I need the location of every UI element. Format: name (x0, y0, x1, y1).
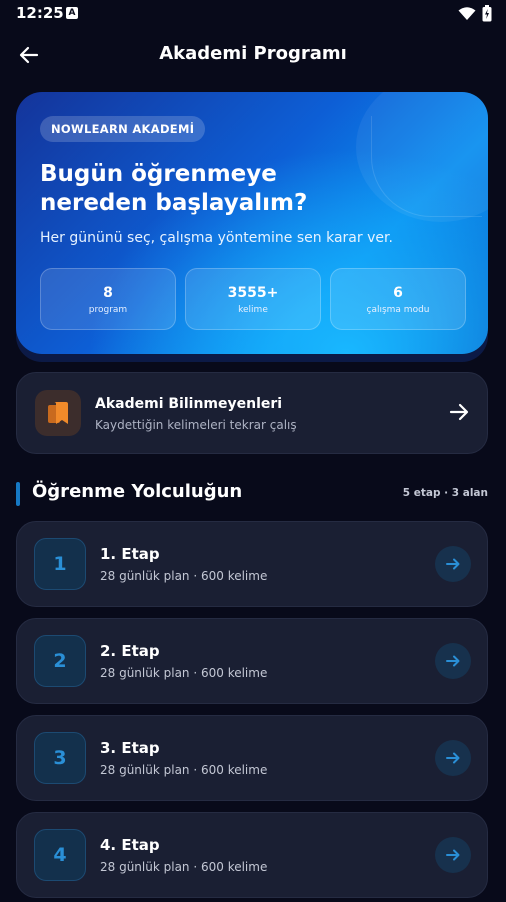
hero-heading: Bugün öğrenmeye nereden başlayalım? (40, 160, 440, 218)
stage-subtitle: 28 günlük plan · 600 kelime (100, 666, 268, 680)
section-meta: 5 etap · 3 alan (402, 487, 488, 499)
arrow-right-icon (446, 558, 460, 570)
stat-label: program (88, 305, 128, 315)
stage-title: 1. Etap (100, 545, 160, 563)
stage-card-2[interactable]: 2 2. Etap 28 günlük plan · 600 kelime (16, 618, 488, 704)
arrow-right-icon (449, 403, 469, 421)
academy-unknowns-card[interactable]: Akademi Bilinmeyenleri Kaydettiğin kelim… (16, 372, 488, 454)
arrow-right-icon (446, 655, 460, 667)
stat-modes: 6 çalışma modu (330, 268, 466, 330)
unknowns-title: Akademi Bilinmeyenleri (95, 396, 283, 412)
stat-programs: 8 program (40, 268, 176, 330)
stage-subtitle: 28 günlük plan · 600 kelime (100, 860, 268, 874)
stage-subtitle: 28 günlük plan · 600 kelime (100, 569, 268, 583)
page-title: Akademi Programı (159, 43, 347, 64)
stage-subtitle: 28 günlük plan · 600 kelime (100, 763, 268, 777)
battery-icon (482, 5, 492, 22)
bookmark-books-icon (35, 390, 81, 436)
stage-number: 4 (34, 829, 86, 881)
stat-value: 3555+ (227, 285, 279, 301)
stat-value: 6 (393, 285, 403, 301)
stage-card-1[interactable]: 1 1. Etap 28 günlük plan · 600 kelime (16, 521, 488, 607)
stat-value: 8 (103, 285, 113, 301)
stat-label: kelime (238, 305, 268, 315)
wifi-icon (458, 6, 476, 20)
stage-open-button[interactable] (435, 837, 471, 873)
hero-badge: NOWLEARN AKADEMİ (40, 116, 206, 142)
stage-open-button[interactable] (435, 643, 471, 679)
stage-card-4[interactable]: 4 4. Etap 28 günlük plan · 600 kelime (16, 812, 488, 898)
stage-open-button[interactable] (435, 546, 471, 582)
stage-title: 3. Etap (100, 739, 160, 757)
notification-icon: A (66, 7, 78, 19)
status-icons (458, 5, 492, 22)
unknowns-subtitle: Kaydettiğin kelimeleri tekrar çalış (95, 418, 297, 432)
stage-title: 4. Etap (100, 836, 160, 854)
section-accent-bar (16, 482, 20, 506)
stage-open-button[interactable] (435, 740, 471, 776)
hero-card: NOWLEARN AKADEMİ Bugün öğrenmeye nereden… (16, 92, 488, 354)
arrow-right-icon (446, 752, 460, 764)
stage-title: 2. Etap (100, 642, 160, 660)
stage-card-3[interactable]: 3 3. Etap 28 günlük plan · 600 kelime (16, 715, 488, 801)
hero-heading-line1: Bugün öğrenmeye (40, 161, 277, 187)
stat-label: çalışma modu (366, 305, 430, 315)
stage-number: 3 (34, 732, 86, 784)
status-bar: 12:25 A (0, 0, 506, 28)
stage-number: 2 (34, 635, 86, 687)
section-title: Öğrenme Yolculuğun (32, 481, 243, 502)
arrow-right-icon (446, 849, 460, 861)
stat-words: 3555+ kelime (185, 268, 321, 330)
stage-number: 1 (34, 538, 86, 590)
hero-heading-line2: nereden başlayalım? (40, 190, 308, 216)
status-time: 12:25 (16, 4, 64, 22)
hero-subtitle: Her gününü seç, çalışma yöntemine sen ka… (40, 230, 393, 246)
